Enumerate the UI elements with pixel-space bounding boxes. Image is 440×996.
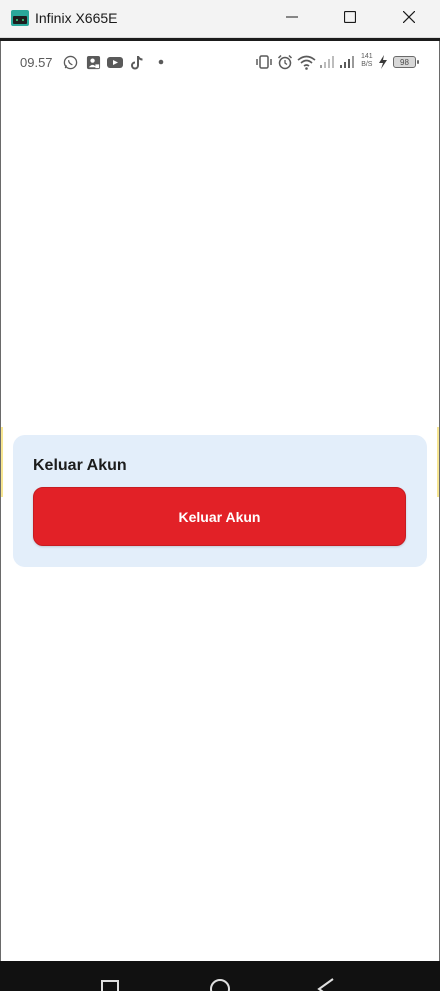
recents-icon[interactable] xyxy=(101,977,119,996)
status-bar: 09.57 141 B/S 98 xyxy=(0,41,440,85)
back-icon[interactable] xyxy=(317,977,335,996)
tiktok-icon xyxy=(130,54,144,70)
status-time: 09.57 xyxy=(20,55,53,70)
signal-weak-icon xyxy=(319,54,335,70)
logout-button[interactable]: Keluar Akun xyxy=(33,487,406,546)
minimize-button[interactable] xyxy=(269,4,315,34)
logout-card: Keluar Akun Keluar Akun xyxy=(13,435,427,567)
maximize-button[interactable] xyxy=(327,4,373,34)
wifi-icon xyxy=(297,54,316,70)
dot-icon xyxy=(158,54,164,70)
window-title: Infinix X665E xyxy=(35,10,118,26)
edge-highlight-right xyxy=(437,427,439,497)
vibrate-icon xyxy=(255,54,273,70)
alarm-icon xyxy=(277,54,293,70)
charging-icon xyxy=(378,54,388,70)
window-title-bar: Infinix X665E xyxy=(0,0,440,38)
navigation-bar xyxy=(0,961,440,996)
network-speed: 141 B/S xyxy=(361,53,373,68)
maximize-icon xyxy=(343,10,357,28)
close-icon xyxy=(402,10,416,28)
youtube-icon xyxy=(107,54,123,70)
contact-card-icon xyxy=(86,54,101,70)
edge-highlight-left xyxy=(1,427,3,497)
battery-indicator: 98 xyxy=(393,56,419,68)
minimize-icon xyxy=(286,10,298,28)
android-emulator-icon xyxy=(11,10,29,26)
card-title: Keluar Akun xyxy=(33,457,127,474)
close-button[interactable] xyxy=(386,4,432,34)
home-icon[interactable] xyxy=(209,977,231,996)
signal-icon xyxy=(339,54,355,70)
whatsapp-icon xyxy=(63,54,78,70)
